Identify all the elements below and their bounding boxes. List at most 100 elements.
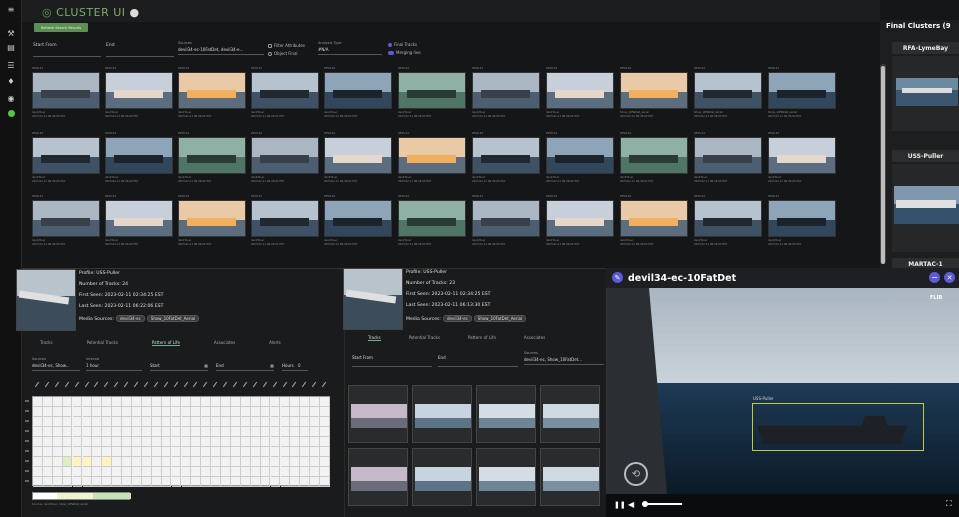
heatmap-cell[interactable]: [260, 467, 271, 477]
heatmap-cell[interactable]: [72, 477, 83, 487]
heatmap-cell[interactable]: [310, 477, 320, 487]
heatmap-cell[interactable]: [221, 437, 231, 447]
heatmap-cell[interactable]: [191, 427, 202, 437]
sources-select[interactable]: Sources devil34-ec-10FatDet, devil34-e...: [178, 41, 264, 55]
detection-thumbnail[interactable]: [620, 137, 688, 174]
heatmap-cell[interactable]: [290, 437, 301, 447]
wrench-icon[interactable]: ⚒: [6, 28, 16, 38]
start-from-field[interactable]: Start From: [352, 353, 432, 367]
tab-associates[interactable]: Associates: [524, 335, 545, 341]
heatmap-cell[interactable]: [33, 407, 43, 417]
heatmap-cell[interactable]: [122, 407, 132, 417]
heatmap-cell[interactable]: [151, 437, 162, 447]
heatmap-cell[interactable]: [260, 437, 271, 447]
heatmap-cell[interactable]: [221, 447, 231, 457]
heatmap-cell[interactable]: [82, 397, 93, 407]
heatmap-cell[interactable]: [141, 457, 152, 467]
heatmap-cell[interactable]: [33, 457, 43, 467]
heatmap-cell[interactable]: [161, 467, 172, 477]
heatmap-cell[interactable]: [151, 477, 162, 487]
list-icon[interactable]: ☰: [6, 60, 16, 70]
heatmap-cell[interactable]: [240, 457, 251, 467]
heatmap-cell[interactable]: [211, 397, 221, 407]
heatmap-cell[interactable]: [181, 427, 192, 437]
profile-thumbnail[interactable]: [16, 269, 76, 331]
interval-select[interactable]: Interval 1 hour: [86, 357, 142, 371]
heatmap-cell[interactable]: [151, 457, 162, 467]
heatmap-cell[interactable]: [92, 397, 103, 407]
heatmap-cell[interactable]: [250, 467, 261, 477]
heatmap-cell[interactable]: [240, 417, 251, 427]
progress-handle[interactable]: [642, 501, 648, 507]
heatmap-cell[interactable]: [260, 427, 271, 437]
heatmap-cell[interactable]: [161, 447, 172, 457]
heatmap-cell[interactable]: [62, 417, 73, 427]
heatmap-cell[interactable]: [231, 427, 241, 437]
heatmap-cell[interactable]: [132, 437, 142, 447]
heatmap-cell[interactable]: [270, 467, 281, 477]
heatmap-cell[interactable]: [82, 457, 93, 467]
heatmap-cell[interactable]: [112, 397, 122, 407]
heatmap-cell[interactable]: [260, 457, 271, 467]
heatmap-cell[interactable]: [52, 437, 63, 447]
heatmap-cell[interactable]: [191, 477, 202, 487]
heatmap-cell[interactable]: [141, 447, 152, 457]
cluster-card[interactable]: [892, 164, 959, 252]
heatmap-cell[interactable]: [231, 447, 241, 457]
heatmap-cell[interactable]: [320, 457, 330, 467]
heatmap-cell[interactable]: [72, 427, 83, 437]
heatmap-cell[interactable]: [181, 437, 192, 447]
progress-bar[interactable]: [642, 503, 682, 505]
tab-tracks[interactable]: Tracks: [40, 340, 53, 346]
heatmap-cell[interactable]: [112, 417, 122, 427]
detection-thumbnail[interactable]: [178, 137, 246, 174]
heatmap-cell[interactable]: [260, 477, 271, 487]
heatmap-cell[interactable]: [290, 427, 301, 437]
heatmap-cell[interactable]: [122, 427, 132, 437]
heatmap-cell[interactable]: [161, 437, 172, 447]
heatmap-cell[interactable]: [290, 447, 301, 457]
calendar-icon[interactable]: ▦: [204, 363, 208, 368]
heatmap-cell[interactable]: [240, 407, 251, 417]
media-pill[interactable]: devil34-ec: [442, 315, 472, 322]
heatmap-cell[interactable]: [240, 447, 251, 457]
heatmap-cell[interactable]: [270, 457, 281, 467]
heatmap-cell[interactable]: [280, 407, 291, 417]
heatmap-cell[interactable]: [82, 477, 93, 487]
detection-thumbnail[interactable]: [398, 137, 466, 174]
calendar-icon[interactable]: ▦: [270, 363, 274, 368]
heatmap-cell[interactable]: [191, 397, 202, 407]
heatmap-cell[interactable]: [280, 447, 291, 457]
heatmap-cell[interactable]: [181, 397, 192, 407]
media-pill[interactable]: Show_10FatDet_Aerial: [473, 315, 527, 322]
heatmap-cell[interactable]: [240, 477, 251, 487]
heatmap-cell[interactable]: [161, 477, 172, 487]
heatmap-cell[interactable]: [132, 407, 142, 417]
heatmap-cell[interactable]: [191, 467, 202, 477]
detection-thumbnail[interactable]: [251, 137, 319, 174]
heatmap-cell[interactable]: [201, 407, 212, 417]
heatmap-cell[interactable]: [290, 397, 301, 407]
heatmap-cell[interactable]: [102, 477, 113, 487]
media-pill[interactable]: Show_10FatDet_Aerial: [146, 315, 200, 322]
heatmap-cell[interactable]: [62, 407, 73, 417]
heatmap-cell[interactable]: [112, 477, 122, 487]
heatmap-cell[interactable]: [42, 427, 53, 437]
heatmap-cell[interactable]: [171, 447, 182, 457]
heatmap-cell[interactable]: [122, 397, 132, 407]
heatmap-cell[interactable]: [141, 397, 152, 407]
heatmap-cell[interactable]: [250, 437, 261, 447]
detection-thumbnail[interactable]: [32, 200, 100, 237]
heatmap-cell[interactable]: [132, 477, 142, 487]
detection-box[interactable]: [752, 403, 924, 451]
heatmap-cell[interactable]: [181, 467, 192, 477]
heatmap-cell[interactable]: [280, 427, 291, 437]
heatmap-cell[interactable]: [161, 417, 172, 427]
heatmap-cell[interactable]: [270, 417, 281, 427]
heatmap-cell[interactable]: [191, 447, 202, 457]
heatmap-cell[interactable]: [191, 417, 202, 427]
heatmap-cell[interactable]: [221, 397, 231, 407]
heatmap-cell[interactable]: [260, 447, 271, 457]
heatmap-cell[interactable]: [62, 447, 73, 457]
heatmap-cell[interactable]: [270, 427, 281, 437]
